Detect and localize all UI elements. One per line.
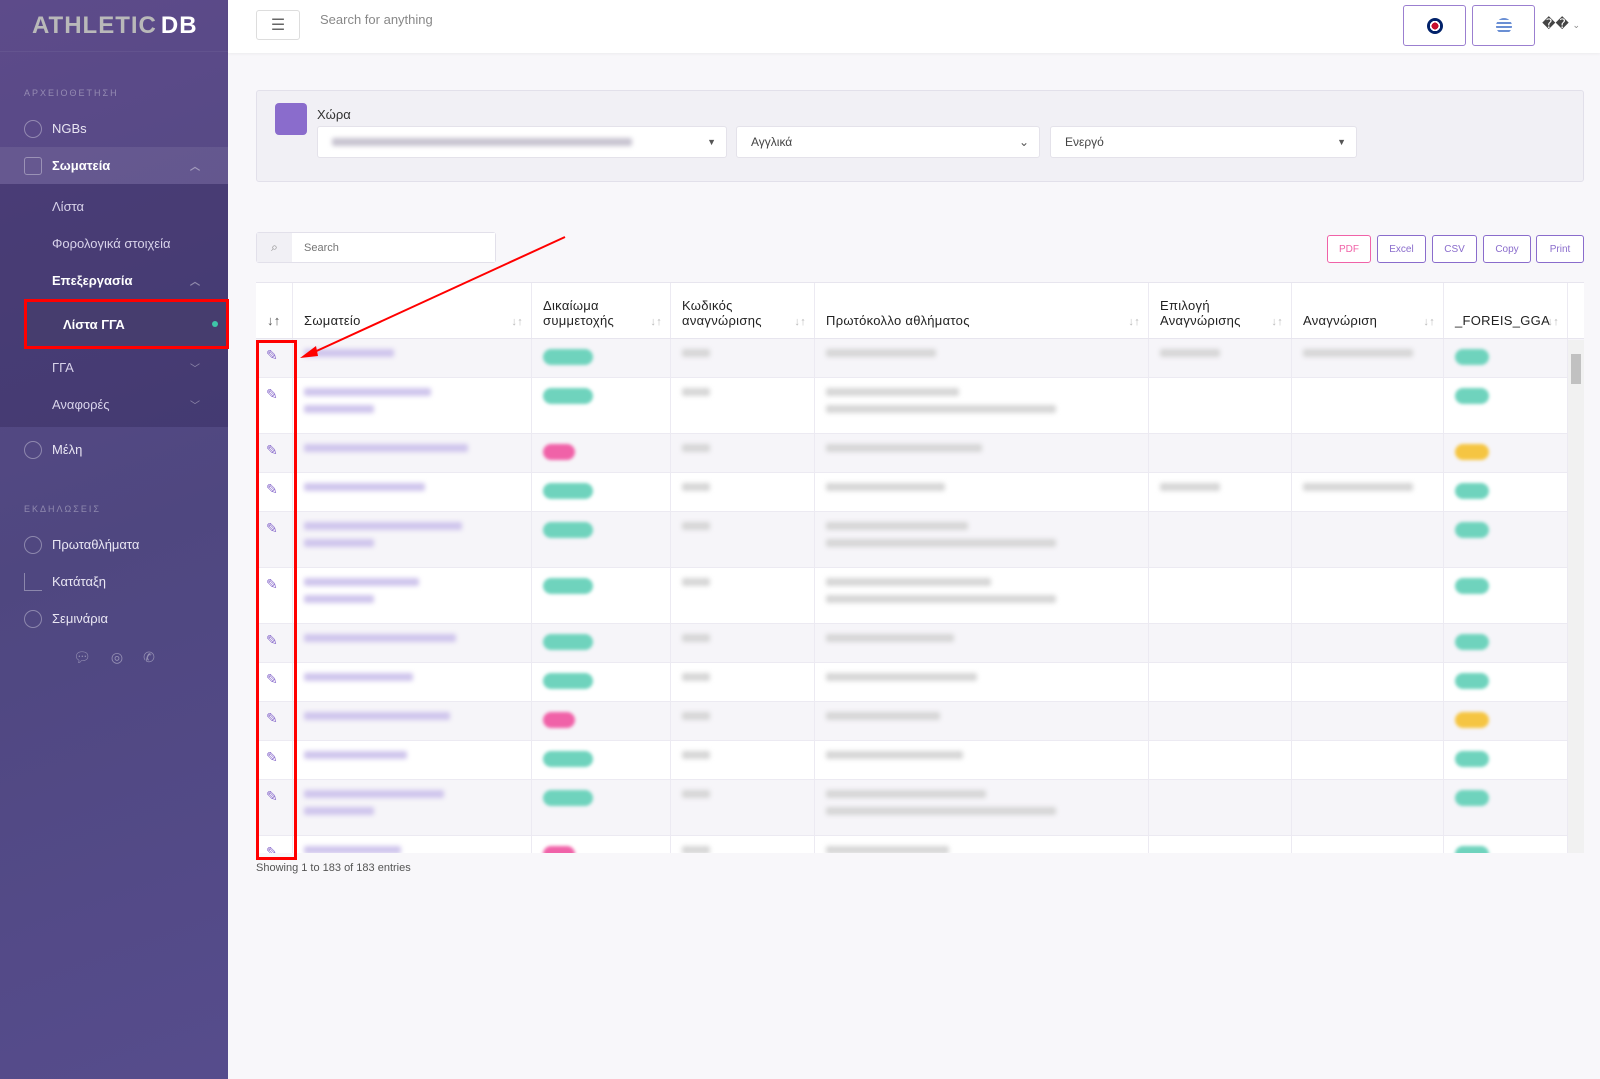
- table-info: Showing 1 to 183 of 183 entries: [256, 862, 411, 874]
- annotation-arrow: [300, 236, 566, 358]
